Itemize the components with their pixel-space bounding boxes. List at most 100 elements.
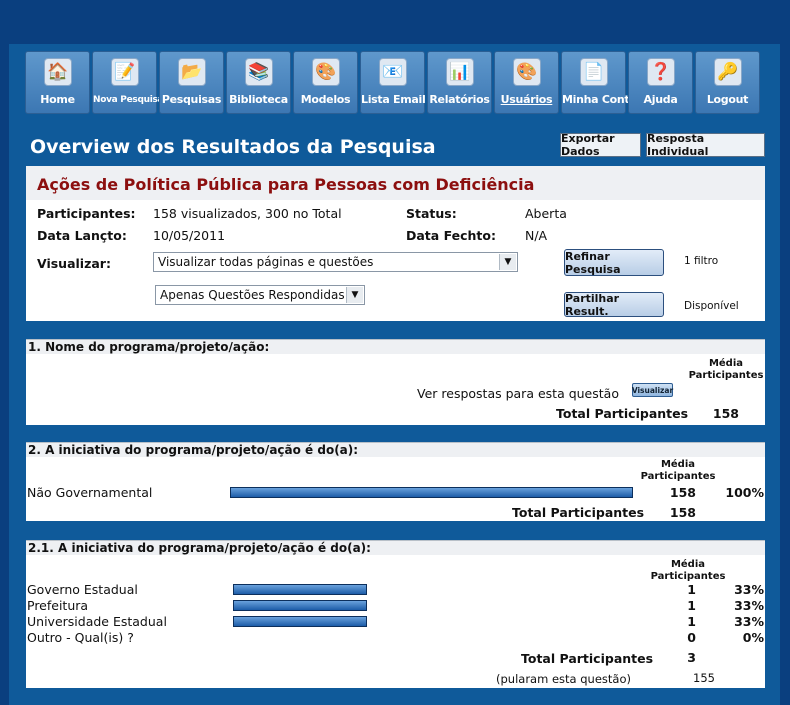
account-icon: 📄	[580, 58, 608, 86]
see-answers-text: Ver respostas para esta questão	[417, 386, 619, 401]
library-icon: 📚	[245, 58, 273, 86]
toolbar-label: Logout	[706, 93, 749, 106]
toolbar-label: Usuários	[500, 93, 553, 106]
q21-col-media: Média	[670, 559, 706, 570]
toolbar-button-10[interactable]: 🔑 Logout	[695, 51, 760, 114]
toolbar-button-5[interactable]: 📧 Lista Email	[360, 51, 426, 114]
q21-row-count: 1	[687, 614, 696, 629]
question-2-title: 2. A iniciativa do programa/projeto/ação…	[26, 442, 765, 457]
q21-row-percent: 33%	[734, 582, 764, 597]
toolbar-label: Relatórios	[429, 93, 490, 106]
toolbar-label: Lista Email	[361, 93, 426, 106]
chevron-down-icon: ▼	[346, 287, 363, 303]
q1-total-label: Total Participantes	[556, 406, 689, 421]
toolbar-button-0[interactable]: 🏠 Home	[25, 51, 90, 114]
main-frame: 🏠 Home 📝 Nova Pesquisa 📂 Pesquisas 📚 Biblioteca…	[9, 44, 780, 705]
q21-row-label: Governo Estadual	[27, 582, 138, 597]
q1-column-header: Média Participantes	[686, 358, 766, 382]
palette-icon: 🎨	[312, 58, 340, 86]
refine-survey-button[interactable]: Refinar Pesquisa	[564, 249, 664, 276]
question-2-panel: 2. A iniciativa do programa/projeto/ação…	[26, 442, 765, 521]
filter-count-note: 1 filtro	[684, 255, 719, 267]
q21-row-label: Prefeitura	[27, 598, 89, 613]
answered-select-value: Apenas Questões Respondidas	[160, 288, 345, 302]
q21-row-percent: 33%	[734, 614, 764, 629]
q2-total-label: Total Participantes	[512, 505, 645, 520]
users-icon: 🎨	[513, 58, 541, 86]
participants-value: 158 visualizados, 300 no Total	[153, 206, 342, 221]
toolbar-label: Pesquisas	[161, 93, 222, 106]
q2-row-count: 158	[669, 485, 696, 500]
q21-column-header: Média Participantes	[648, 559, 728, 583]
q21-skipped-label: (pularam esta questão)	[496, 672, 631, 686]
launch-date-label: Data Lançto:	[37, 228, 127, 243]
status-value: Aberta	[525, 206, 567, 221]
question-1-panel: 1. Nome do programa/projeto/ação: Média …	[26, 339, 765, 425]
survey-info-panel: Ações de Política Pública para Pessoas c…	[26, 166, 765, 321]
q1-col-participants: Participantes	[688, 370, 764, 381]
q21-row-bar	[233, 584, 367, 595]
q21-row-bar	[233, 600, 367, 611]
q1-col-media: Média	[708, 358, 744, 369]
toolbar-label: Biblioteca	[229, 93, 288, 106]
toolbar-button-4[interactable]: 🎨 Modelos	[293, 51, 358, 114]
toolbar-button-9[interactable]: ❓ Ajuda	[628, 51, 693, 114]
view-label: Visualizar:	[37, 256, 111, 271]
view-select[interactable]: Visualizar todas páginas e questões ▼	[153, 252, 518, 272]
toolbar-label: Modelos	[300, 93, 351, 106]
q2-row-percent: 100%	[725, 485, 764, 500]
q21-row-bar	[233, 616, 367, 627]
folder-icon: 📂	[178, 58, 206, 86]
reports-icon: 📊	[446, 58, 474, 86]
q1-total-value: 158	[712, 406, 739, 421]
view-answers-button[interactable]: Visualizar	[632, 383, 673, 397]
toolbar-button-6[interactable]: 📊 Relatórios	[427, 51, 492, 114]
question-2-1-title: 2.1. A iniciativa do programa/projeto/aç…	[26, 540, 765, 555]
close-date-label: Data Fechto:	[406, 228, 496, 243]
toolbar-label: Ajuda	[643, 93, 678, 106]
q21-total-value: 3	[687, 650, 696, 665]
q2-column-header: Média Participantes	[638, 459, 718, 483]
q21-row-label: Outro - Qual(is) ?	[27, 630, 134, 645]
toolbar-button-8[interactable]: 📄 Minha Conta	[561, 51, 637, 114]
q21-row-count: 1	[687, 598, 696, 613]
participants-label: Participantes:	[37, 206, 136, 221]
toolbar-button-3[interactable]: 📚 Biblioteca	[226, 51, 291, 114]
toolbar-label: Nova Pesquisa	[93, 95, 164, 105]
share-results-button[interactable]: Partilhar Result.	[564, 292, 664, 318]
key-icon: 🔑	[714, 58, 742, 86]
individual-response-button[interactable]: Resposta Individual	[646, 132, 765, 158]
help-icon: ❓	[647, 58, 675, 86]
q21-row-percent: 0%	[742, 630, 764, 645]
chevron-down-icon: ▼	[499, 254, 516, 270]
q21-row-label: Universidade Estadual	[27, 614, 167, 629]
toolbar-button-1[interactable]: 📝 Nova Pesquisa	[92, 51, 164, 114]
q21-row-count: 0	[687, 630, 696, 645]
launch-date-value: 10/05/2011	[153, 228, 226, 243]
view-select-value: Visualizar todas páginas e questões	[158, 255, 374, 269]
q2-col-media: Média	[660, 459, 696, 470]
q2-col-participants: Participantes	[640, 471, 716, 482]
q21-row-count: 1	[687, 582, 696, 597]
toolbar-label: Home	[40, 93, 75, 106]
q2-total-value: 158	[669, 505, 696, 520]
export-data-button[interactable]: Exportar Dados	[560, 132, 641, 158]
page-title: Overview dos Resultados da Pesquisa	[30, 136, 436, 158]
toolbar-button-2[interactable]: 📂 Pesquisas	[159, 51, 224, 114]
q21-row-percent: 33%	[734, 598, 764, 613]
home-icon: 🏠	[44, 58, 72, 86]
answered-filter-select[interactable]: Apenas Questões Respondidas ▼	[155, 285, 365, 305]
share-status-note: Disponível	[684, 300, 739, 312]
question-2-1-panel: 2.1. A iniciativa do programa/projeto/aç…	[26, 540, 765, 688]
email-list-icon: 📧	[379, 58, 407, 86]
question-1-title: 1. Nome do programa/projeto/ação:	[26, 339, 765, 354]
q21-total-label: Total Participantes	[521, 651, 654, 666]
q21-skipped-value: 155	[693, 671, 715, 685]
survey-title: Ações de Política Pública para Pessoas c…	[37, 175, 535, 194]
close-date-value: N/A	[525, 228, 548, 243]
toolbar-label: Minha Conta	[562, 93, 637, 106]
status-label: Status:	[406, 206, 457, 221]
toolbar-button-7[interactable]: 🎨 Usuários	[494, 51, 559, 114]
q2-row-bar	[230, 487, 633, 498]
new-survey-icon: 📝	[111, 58, 139, 86]
